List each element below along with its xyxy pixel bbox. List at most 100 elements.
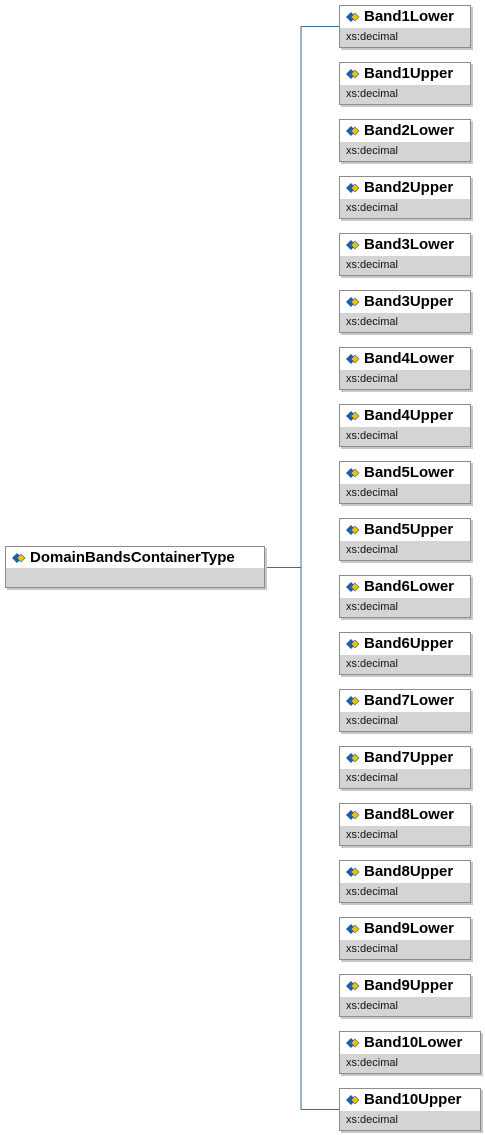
element-type: xs:decimal xyxy=(340,940,470,959)
element-name: Band1Lower xyxy=(364,8,455,25)
element-node[interactable]: Band4Upper xs:decimal xyxy=(339,404,471,447)
element-icon xyxy=(346,126,360,136)
root-node-name: DomainBandsContainerType xyxy=(30,549,235,566)
element-type: xs:decimal xyxy=(340,1111,480,1130)
element-icon xyxy=(346,525,360,535)
element-name: Band3Lower xyxy=(364,236,455,253)
element-node[interactable]: Band7Lower xs:decimal xyxy=(339,689,471,732)
element-icon xyxy=(346,354,360,364)
element-node-header: Band7Lower xyxy=(340,690,470,711)
element-node-header: Band2Lower xyxy=(340,120,470,141)
element-node[interactable]: Band6Upper xs:decimal xyxy=(339,632,471,675)
element-type: xs:decimal xyxy=(340,85,470,104)
element-node-header: Band1Upper xyxy=(340,63,470,84)
element-icon xyxy=(346,696,360,706)
element-name: Band5Lower xyxy=(364,464,455,481)
element-type: xs:decimal xyxy=(340,142,470,161)
element-node-header: Band8Lower xyxy=(340,804,470,825)
element-node[interactable]: Band2Upper xs:decimal xyxy=(339,176,471,219)
complex-type-icon xyxy=(12,553,26,563)
element-type: xs:decimal xyxy=(340,541,470,560)
element-node-header: Band10Lower xyxy=(340,1032,480,1053)
element-type: xs:decimal xyxy=(340,370,470,389)
element-name: Band5Upper xyxy=(364,521,454,538)
element-node-header: Band9Upper xyxy=(340,975,470,996)
element-name: Band9Lower xyxy=(364,920,455,937)
element-node-header: Band6Lower xyxy=(340,576,470,597)
element-node[interactable]: Band4Lower xs:decimal xyxy=(339,347,471,390)
element-node[interactable]: Band9Upper xs:decimal xyxy=(339,974,471,1017)
element-name: Band10Lower xyxy=(364,1034,463,1051)
element-node[interactable]: Band1Upper xs:decimal xyxy=(339,62,471,105)
element-icon xyxy=(346,582,360,592)
element-name: Band2Upper xyxy=(364,179,454,196)
element-type: xs:decimal xyxy=(340,1054,480,1073)
element-node-header: Band1Lower xyxy=(340,6,470,27)
element-node-header: Band5Upper xyxy=(340,519,470,540)
root-node-type-band xyxy=(6,568,264,587)
element-node[interactable]: Band8Upper xs:decimal xyxy=(339,860,471,903)
element-icon xyxy=(346,981,360,991)
element-node[interactable]: Band1Lower xs:decimal xyxy=(339,5,471,48)
element-node-header: Band4Upper xyxy=(340,405,470,426)
element-node-header: Band9Lower xyxy=(340,918,470,939)
element-node-header: Band5Lower xyxy=(340,462,470,483)
element-node[interactable]: Band5Upper xs:decimal xyxy=(339,518,471,561)
element-icon xyxy=(346,924,360,934)
element-name: Band8Upper xyxy=(364,863,454,880)
element-icon xyxy=(346,240,360,250)
element-type: xs:decimal xyxy=(340,427,470,446)
element-node-header: Band3Lower xyxy=(340,234,470,255)
element-icon xyxy=(346,468,360,478)
element-type: xs:decimal xyxy=(340,655,470,674)
element-node-header: Band8Upper xyxy=(340,861,470,882)
element-type: xs:decimal xyxy=(340,769,470,788)
element-node[interactable]: Band10Lower xs:decimal xyxy=(339,1031,481,1074)
element-node-header: Band4Lower xyxy=(340,348,470,369)
element-type: xs:decimal xyxy=(340,598,470,617)
element-name: Band7Upper xyxy=(364,749,454,766)
element-node[interactable]: Band7Upper xs:decimal xyxy=(339,746,471,789)
root-complex-type-node[interactable]: DomainBandsContainerType xyxy=(5,546,265,588)
element-name: Band4Lower xyxy=(364,350,455,367)
element-name: Band8Lower xyxy=(364,806,455,823)
element-node[interactable]: Band10Upper xs:decimal xyxy=(339,1088,481,1131)
element-icon xyxy=(346,867,360,877)
element-node[interactable]: Band2Lower xs:decimal xyxy=(339,119,471,162)
element-type: xs:decimal xyxy=(340,256,470,275)
element-icon xyxy=(346,12,360,22)
element-icon xyxy=(346,810,360,820)
element-node-header: Band6Upper xyxy=(340,633,470,654)
element-type: xs:decimal xyxy=(340,28,470,47)
element-name: Band1Upper xyxy=(364,65,454,82)
element-node[interactable]: Band9Lower xs:decimal xyxy=(339,917,471,960)
element-type: xs:decimal xyxy=(340,826,470,845)
element-name: Band9Upper xyxy=(364,977,454,994)
element-name: Band3Upper xyxy=(364,293,454,310)
element-node[interactable]: Band3Upper xs:decimal xyxy=(339,290,471,333)
element-name: Band6Upper xyxy=(364,635,454,652)
element-icon xyxy=(346,1095,360,1105)
element-node[interactable]: Band3Lower xs:decimal xyxy=(339,233,471,276)
element-name: Band4Upper xyxy=(364,407,454,424)
element-node[interactable]: Band5Lower xs:decimal xyxy=(339,461,471,504)
element-icon xyxy=(346,297,360,307)
element-name: Band6Lower xyxy=(364,578,455,595)
element-icon xyxy=(346,69,360,79)
element-type: xs:decimal xyxy=(340,484,470,503)
element-node-header: Band2Upper xyxy=(340,177,470,198)
element-icon xyxy=(346,1038,360,1048)
root-node-header: DomainBandsContainerType xyxy=(6,547,264,568)
element-node[interactable]: Band8Lower xs:decimal xyxy=(339,803,471,846)
element-name: Band2Lower xyxy=(364,122,455,139)
element-node-header: Band7Upper xyxy=(340,747,470,768)
element-icon xyxy=(346,183,360,193)
element-type: xs:decimal xyxy=(340,997,470,1016)
element-node[interactable]: Band6Lower xs:decimal xyxy=(339,575,471,618)
element-name: Band10Upper xyxy=(364,1091,462,1108)
element-icon xyxy=(346,753,360,763)
element-type: xs:decimal xyxy=(340,883,470,902)
element-type: xs:decimal xyxy=(340,313,470,332)
element-type: xs:decimal xyxy=(340,199,470,218)
element-type: xs:decimal xyxy=(340,712,470,731)
